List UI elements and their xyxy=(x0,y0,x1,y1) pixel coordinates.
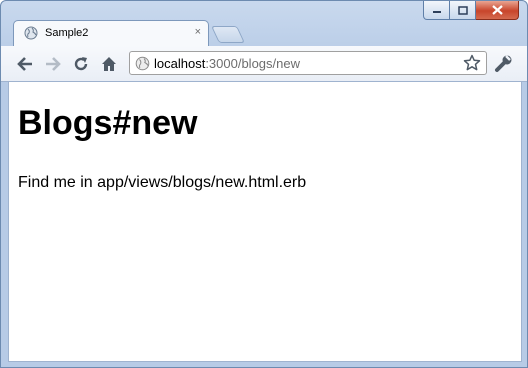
tab-sample2[interactable]: Sample2 × xyxy=(13,20,209,46)
page-info-icon[interactable] xyxy=(135,56,150,76)
url-host: localhost xyxy=(154,56,206,71)
page-viewport: Blogs#new Find me in app/views/blogs/new… xyxy=(8,82,522,362)
forward-button[interactable] xyxy=(43,54,63,74)
tab-close-icon[interactable]: × xyxy=(195,26,201,38)
wrench-icon[interactable] xyxy=(494,54,514,79)
globe-icon xyxy=(24,26,38,45)
home-button[interactable] xyxy=(99,54,119,74)
home-icon xyxy=(102,57,116,71)
star-icon[interactable] xyxy=(463,54,481,77)
back-button[interactable] xyxy=(15,54,35,74)
maximize-icon xyxy=(457,5,468,15)
close-icon xyxy=(491,5,503,15)
browser-window: Sample2 × localhost:3000/blogs/new Blogs… xyxy=(0,0,528,368)
back-arrow-icon xyxy=(17,57,32,71)
window-controls xyxy=(423,1,519,20)
page-title: Blogs#new xyxy=(18,104,198,142)
address-bar[interactable]: localhost:3000/blogs/new xyxy=(129,51,487,75)
minimize-icon xyxy=(432,11,441,13)
reload-icon xyxy=(74,57,88,71)
browser-toolbar: localhost:3000/blogs/new xyxy=(1,46,527,82)
page-paragraph: Find me in app/views/blogs/new.html.erb xyxy=(18,174,307,191)
new-tab-button[interactable] xyxy=(211,26,245,43)
address-url[interactable]: localhost:3000/blogs/new xyxy=(154,56,300,71)
maximize-button[interactable] xyxy=(450,1,476,20)
tab-strip: Sample2 × xyxy=(1,1,527,46)
reload-button[interactable] xyxy=(71,54,91,74)
minimize-button[interactable] xyxy=(423,1,450,20)
close-button[interactable] xyxy=(476,1,519,20)
tab-title: Sample2 xyxy=(45,27,89,39)
url-path: :3000/blogs/new xyxy=(205,56,300,71)
forward-arrow-icon xyxy=(46,57,61,71)
